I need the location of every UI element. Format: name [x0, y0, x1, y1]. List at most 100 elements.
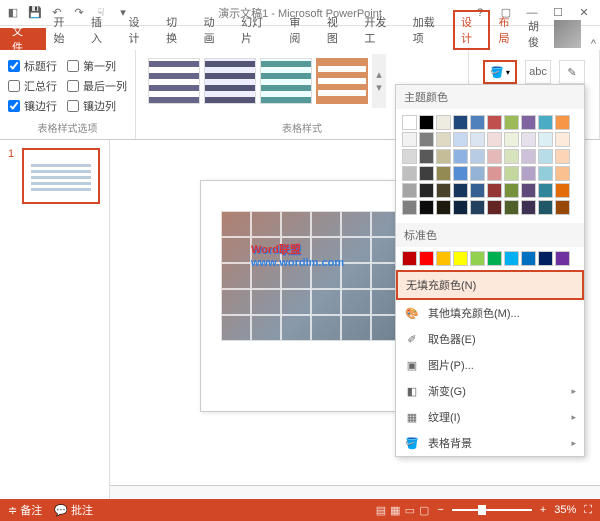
color-swatch[interactable]: [470, 251, 485, 266]
tab-insert[interactable]: 插入: [83, 10, 121, 50]
color-swatch[interactable]: [504, 200, 519, 215]
color-swatch[interactable]: [419, 251, 434, 266]
color-swatch[interactable]: [555, 115, 570, 130]
color-swatch[interactable]: [402, 251, 417, 266]
color-swatch[interactable]: [521, 149, 536, 164]
tab-slideshow[interactable]: 幻灯片: [233, 10, 281, 50]
texture-item[interactable]: ▦ 纹理(I) ▸: [396, 404, 584, 430]
color-swatch[interactable]: [470, 183, 485, 198]
color-swatch[interactable]: [504, 132, 519, 147]
zoom-level[interactable]: 35%: [554, 504, 576, 516]
reading-view-icon[interactable]: ▭: [405, 504, 415, 517]
color-swatch[interactable]: [402, 200, 417, 215]
style-preview-3[interactable]: [260, 58, 312, 104]
no-fill-item[interactable]: 无填充颜色(N): [396, 270, 584, 300]
color-swatch[interactable]: [504, 149, 519, 164]
shading-button[interactable]: 🪣▾: [483, 60, 517, 84]
tab-design[interactable]: 设计: [121, 10, 159, 50]
color-swatch[interactable]: [555, 132, 570, 147]
color-swatch[interactable]: [402, 183, 417, 198]
chk-header-row[interactable]: 标题行: [8, 58, 57, 74]
color-swatch[interactable]: [436, 183, 451, 198]
color-swatch[interactable]: [470, 200, 485, 215]
color-swatch[interactable]: [436, 149, 451, 164]
color-swatch[interactable]: [487, 200, 502, 215]
color-swatch[interactable]: [555, 183, 570, 198]
collapse-ribbon-icon[interactable]: ^: [587, 38, 600, 50]
zoom-slider[interactable]: [452, 509, 532, 511]
style-preview-2[interactable]: [204, 58, 256, 104]
color-swatch[interactable]: [470, 166, 485, 181]
color-swatch[interactable]: [436, 166, 451, 181]
zoom-out-icon[interactable]: −: [437, 504, 443, 516]
color-swatch[interactable]: [555, 149, 570, 164]
picture-item[interactable]: ▣ 图片(P)...: [396, 352, 584, 378]
color-swatch[interactable]: [555, 200, 570, 215]
powerpoint-icon[interactable]: ◧: [4, 4, 22, 22]
tab-file[interactable]: 文件: [0, 28, 46, 50]
color-swatch[interactable]: [487, 166, 502, 181]
color-swatch[interactable]: [436, 200, 451, 215]
tab-transition[interactable]: 切换: [158, 10, 196, 50]
color-swatch[interactable]: [521, 115, 536, 130]
color-swatch[interactable]: [538, 166, 553, 181]
color-swatch[interactable]: [470, 149, 485, 164]
zoom-in-icon[interactable]: +: [540, 504, 546, 516]
color-swatch[interactable]: [521, 132, 536, 147]
color-swatch[interactable]: [453, 251, 468, 266]
tab-addins[interactable]: 加载项: [405, 10, 453, 50]
tab-animation[interactable]: 动画: [196, 10, 234, 50]
color-swatch[interactable]: [504, 166, 519, 181]
color-swatch[interactable]: [487, 149, 502, 164]
comments-button[interactable]: 💬 批注: [54, 502, 93, 518]
color-swatch[interactable]: [521, 200, 536, 215]
more-colors-item[interactable]: 🎨 其他填充颜色(M)...: [396, 300, 584, 326]
color-swatch[interactable]: [487, 183, 502, 198]
color-swatch[interactable]: [555, 166, 570, 181]
save-icon[interactable]: 💾: [26, 4, 44, 22]
color-swatch[interactable]: [470, 132, 485, 147]
style-preview-4[interactable]: [316, 58, 368, 104]
color-swatch[interactable]: [504, 183, 519, 198]
style-preview-1[interactable]: [148, 58, 200, 104]
tab-developer[interactable]: 开发工: [356, 10, 404, 50]
user-account[interactable]: 胡俊: [528, 18, 587, 50]
tab-view[interactable]: 视图: [319, 10, 357, 50]
notes-pane[interactable]: [110, 485, 600, 499]
tab-home[interactable]: 开始: [46, 10, 84, 50]
color-swatch[interactable]: [436, 251, 451, 266]
gradient-item[interactable]: ◧ 渐变(G) ▸: [396, 378, 584, 404]
text-effects-button[interactable]: abc: [525, 60, 551, 84]
color-swatch[interactable]: [453, 183, 468, 198]
notes-button[interactable]: ≑ 备注: [8, 502, 42, 518]
color-swatch[interactable]: [538, 200, 553, 215]
color-swatch[interactable]: [402, 132, 417, 147]
color-swatch[interactable]: [487, 251, 502, 266]
slide-thumbnail-1[interactable]: [22, 148, 100, 204]
color-swatch[interactable]: [419, 149, 434, 164]
chk-last-col[interactable]: 最后一列: [67, 78, 127, 94]
color-swatch[interactable]: [487, 132, 502, 147]
normal-view-icon[interactable]: ▤: [376, 504, 386, 517]
pen-button[interactable]: ✎: [559, 60, 585, 84]
color-swatch[interactable]: [402, 166, 417, 181]
color-swatch[interactable]: [521, 183, 536, 198]
color-swatch[interactable]: [453, 166, 468, 181]
tab-review[interactable]: 审阅: [281, 10, 319, 50]
chk-banded-row[interactable]: 镶边行: [8, 98, 57, 114]
color-swatch[interactable]: [402, 149, 417, 164]
color-swatch[interactable]: [436, 132, 451, 147]
color-swatch[interactable]: [538, 183, 553, 198]
color-swatch[interactable]: [453, 115, 468, 130]
style-gallery-expand[interactable]: ▴▾: [372, 54, 386, 108]
color-swatch[interactable]: [419, 132, 434, 147]
color-swatch[interactable]: [538, 132, 553, 147]
color-swatch[interactable]: [521, 251, 536, 266]
color-swatch[interactable]: [504, 251, 519, 266]
color-swatch[interactable]: [419, 183, 434, 198]
table-bg-item[interactable]: 🪣 表格背景 ▸: [396, 430, 584, 456]
chk-banded-col[interactable]: 镶边列: [67, 98, 127, 114]
sorter-view-icon[interactable]: ▦: [390, 504, 400, 517]
color-swatch[interactable]: [419, 200, 434, 215]
color-swatch[interactable]: [555, 251, 570, 266]
